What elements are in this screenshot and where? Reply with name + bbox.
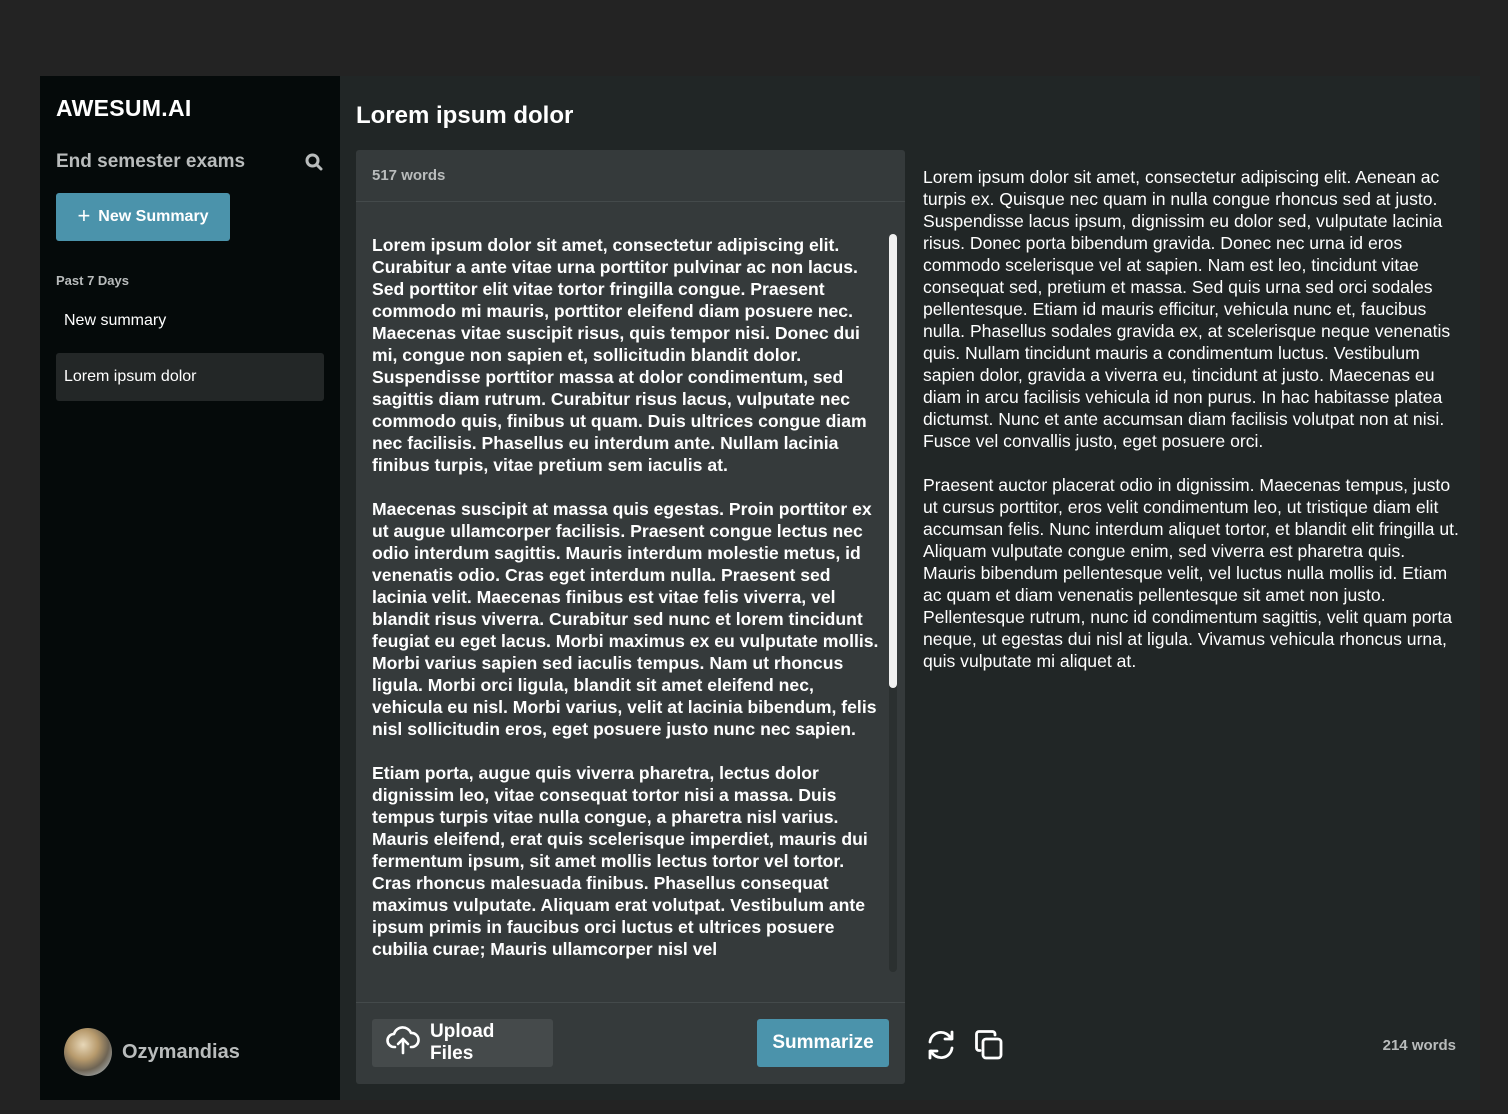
- content-area: 517 words Lorem ipsum dolor sit amet, co…: [356, 150, 1464, 1084]
- new-summary-button[interactable]: + New Summary: [56, 193, 230, 241]
- summarize-button[interactable]: Summarize: [757, 1019, 889, 1067]
- history-item-new-summary[interactable]: New summary: [56, 297, 324, 345]
- output-paragraph: Praesent auctor placerat odio in digniss…: [923, 475, 1459, 671]
- search-row: End semester exams: [56, 149, 324, 175]
- input-scrollbar[interactable]: [889, 234, 897, 972]
- history-item-label: Lorem ipsum dolor: [64, 368, 197, 385]
- output-word-count: 214 words: [1382, 1036, 1456, 1054]
- history-item-label: New summary: [64, 312, 167, 329]
- output-paragraph: Lorem ipsum dolor sit amet, consectetur …: [923, 167, 1451, 451]
- sidebar: AWESUM.AI End semester exams + New Summa…: [40, 76, 340, 1100]
- history-item-lorem-ipsum[interactable]: Lorem ipsum dolor: [56, 353, 324, 401]
- refresh-icon[interactable]: [923, 1027, 959, 1063]
- input-word-count: 517 words: [356, 150, 905, 202]
- input-paragraph: Etiam porta, augue quis viverra pharetra…: [372, 763, 868, 959]
- search-title: End semester exams: [56, 151, 246, 172]
- input-panel: 517 words Lorem ipsum dolor sit amet, co…: [356, 150, 905, 1084]
- input-footer: Upload Files Summarize: [356, 1002, 905, 1084]
- avatar: [64, 1028, 112, 1076]
- cloud-upload-icon: [386, 1025, 420, 1061]
- user-profile[interactable]: Ozymandias: [64, 1028, 240, 1076]
- input-paragraph: Maecenas suscipit at massa quis egestas.…: [372, 499, 879, 739]
- output-footer: 214 words: [923, 1020, 1456, 1070]
- plus-icon: +: [77, 203, 91, 228]
- input-textarea[interactable]: Lorem ipsum dolor sit amet, consectetur …: [372, 234, 880, 1000]
- copy-icon[interactable]: [971, 1027, 1007, 1063]
- scroll-thumb[interactable]: [889, 234, 897, 688]
- app-window: AWESUM.AI End semester exams + New Summa…: [40, 76, 1480, 1100]
- search-icon[interactable]: [304, 152, 324, 172]
- upload-files-button[interactable]: Upload Files: [372, 1019, 553, 1067]
- page-title: Lorem ipsum dolor: [356, 102, 574, 129]
- input-paragraph: Lorem ipsum dolor sit amet, consectetur …: [372, 235, 867, 475]
- user-name: Ozymandias: [122, 1040, 240, 1063]
- main-area: Lorem ipsum dolor 517 words Lorem ipsum …: [340, 76, 1480, 1100]
- output-panel: Lorem ipsum dolor sit amet, consectetur …: [905, 150, 1464, 1084]
- brand-logo: AWESUM.AI: [56, 95, 192, 121]
- section-label-past-7-days: Past 7 Days: [56, 273, 129, 288]
- new-summary-label: New Summary: [98, 208, 209, 225]
- upload-files-label: Upload Files: [430, 1021, 495, 1064]
- summary-output: Lorem ipsum dolor sit amet, consectetur …: [923, 166, 1461, 672]
